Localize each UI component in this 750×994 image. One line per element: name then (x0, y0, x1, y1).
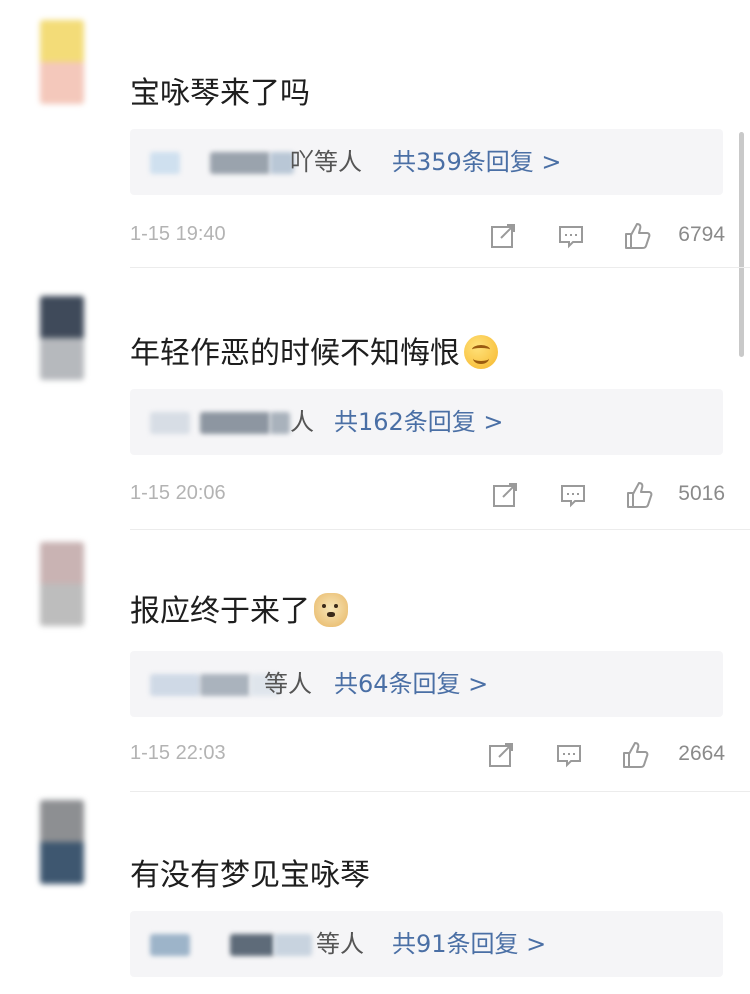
blurred-reply-names (150, 931, 312, 957)
comment-text: 年轻作恶的时候不知悔恨 (130, 334, 498, 374)
comment-text-content: 报应终于来了 (130, 594, 310, 629)
comment-time: 1-15 19:40 (130, 223, 226, 245)
share-icon[interactable] (490, 480, 520, 510)
comment-icon[interactable] (558, 480, 588, 510)
avatar[interactable] (40, 542, 84, 626)
avatar[interactable] (40, 296, 84, 380)
reply-count-link[interactable]: 共91条回复 > (392, 928, 546, 960)
blurred-reply-names (150, 149, 300, 175)
reply-names-suffix: 等人 (316, 930, 364, 958)
divider (130, 529, 750, 530)
thumbs-up-icon[interactable] (620, 740, 650, 770)
comment-text: 报应终于来了 (130, 592, 348, 632)
reply-summary[interactable]: 吖等人 共359条回复 > (130, 129, 723, 195)
comment-item: 年轻作恶的时候不知悔恨 人 共162条回复 > 1-15 20:06 5016 (0, 274, 750, 536)
comment-meta: 1-15 19:40 6794 (130, 217, 725, 257)
comment-icon[interactable] (556, 221, 586, 251)
divider (130, 791, 750, 792)
reply-summary[interactable]: 人 共162条回复 > (130, 389, 723, 455)
reply-names-suffix: 人 (290, 408, 314, 436)
thumbs-up-icon[interactable] (622, 221, 652, 251)
comment-text-content: 有没有梦见宝咏琴 (130, 858, 370, 893)
reply-count-link[interactable]: 共64条回复 > (334, 668, 488, 700)
comment-meta: 1-15 22:03 2664 (130, 736, 725, 776)
comment-text: 宝咏琴来了吗 (130, 74, 310, 114)
reply-summary[interactable]: 等人 共64条回复 > (130, 651, 723, 717)
share-icon[interactable] (488, 221, 518, 251)
share-icon[interactable] (486, 740, 516, 770)
blurred-reply-names (150, 409, 300, 435)
avatar[interactable] (40, 20, 84, 104)
like-count: 5016 (678, 482, 725, 505)
comment-meta: 1-15 20:06 5016 (130, 476, 725, 516)
reply-names-suffix: 等人 (264, 670, 312, 698)
comment-text-content: 年轻作恶的时候不知悔恨 (130, 336, 460, 371)
smile-emoji-icon (464, 335, 498, 369)
reply-count-link[interactable]: 共359条回复 > (392, 146, 562, 178)
comment-icon[interactable] (554, 740, 584, 770)
reply-summary[interactable]: 等人 共91条回复 > (130, 911, 723, 977)
comment-text: 有没有梦见宝咏琴 (130, 856, 370, 896)
comment-item: 宝咏琴来了吗 吖等人 共359条回复 > 1-15 19:40 6794 (0, 12, 750, 274)
reply-names-suffix: 吖等人 (290, 148, 362, 176)
divider (130, 267, 750, 268)
comment-item: 有没有梦见宝咏琴 等人 共91条回复 > (0, 798, 750, 994)
like-count: 2664 (678, 742, 725, 765)
reply-count-link[interactable]: 共162条回复 > (334, 406, 504, 438)
like-count: 6794 (678, 223, 725, 246)
doge-emoji-icon (314, 593, 348, 627)
comment-time: 1-15 20:06 (130, 482, 226, 504)
comment-text-content: 宝咏琴来了吗 (130, 76, 310, 111)
comment-item: 报应终于来了 等人 共64条回复 > 1-15 22:03 2664 (0, 536, 750, 798)
thumbs-up-icon[interactable] (624, 480, 654, 510)
comment-time: 1-15 22:03 (130, 742, 226, 764)
avatar[interactable] (40, 800, 84, 884)
